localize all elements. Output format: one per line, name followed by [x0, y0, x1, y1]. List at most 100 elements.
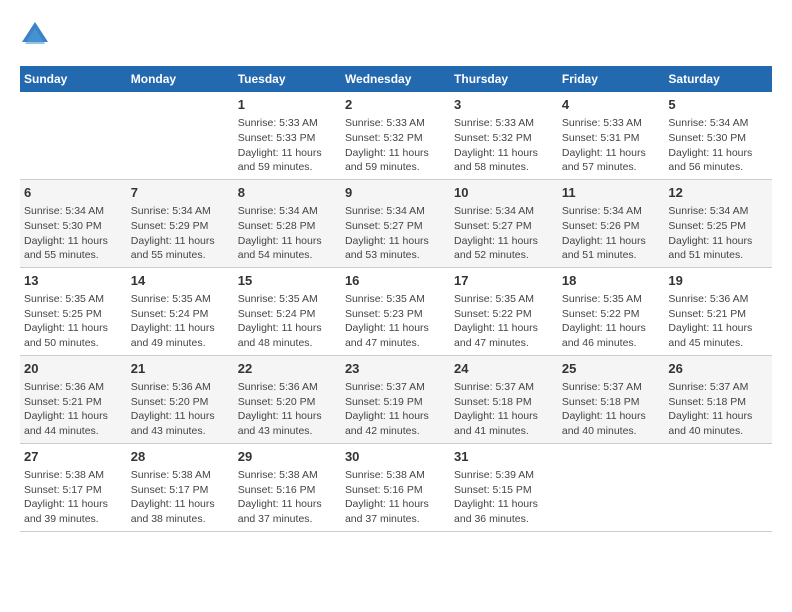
day-info: Sunrise: 5:34 AM Sunset: 5:26 PM Dayligh… — [562, 205, 646, 261]
header-row: SundayMondayTuesdayWednesdayThursdayFrid… — [20, 66, 772, 92]
day-cell: 30 Sunrise: 5:38 AM Sunset: 5:16 PM Dayli… — [341, 443, 450, 531]
day-number: 22 — [238, 360, 337, 378]
day-info: Sunrise: 5:37 AM Sunset: 5:18 PM Dayligh… — [454, 381, 538, 437]
day-number: 23 — [345, 360, 446, 378]
page-header — [20, 20, 772, 50]
header-cell-tuesday: Tuesday — [234, 66, 341, 92]
day-cell: 17Sunrise: 5:35 AM Sunset: 5:22 PM Dayli… — [450, 267, 558, 355]
header-cell-wednesday: Wednesday — [341, 66, 450, 92]
day-cell: 9 Sunrise: 5:34 AM Sunset: 5:27 PM Daylig… — [341, 179, 450, 267]
day-cell: 11 Sunrise: 5:34 AM Sunset: 5:26 PM Dayli… — [558, 179, 665, 267]
day-info: Sunrise: 5:34 AM Sunset: 5:28 PM Dayligh… — [238, 205, 322, 261]
day-number: 30 — [345, 448, 446, 466]
day-info: Sunrise: 5:33 AM Sunset: 5:33 PM Dayligh… — [238, 117, 322, 173]
day-number: 3 — [454, 96, 554, 114]
week-row: 6Sunrise: 5:34 AM Sunset: 5:30 PM Daylig… — [20, 179, 772, 267]
day-cell — [127, 92, 234, 179]
day-info: Sunrise: 5:38 AM Sunset: 5:16 PM Dayligh… — [345, 469, 429, 525]
day-number: 15 — [238, 272, 337, 290]
day-cell — [664, 443, 772, 531]
day-info: Sunrise: 5:35 AM Sunset: 5:24 PM Dayligh… — [131, 293, 215, 349]
day-info: Sunrise: 5:33 AM Sunset: 5:31 PM Dayligh… — [562, 117, 646, 173]
day-number: 26 — [668, 360, 768, 378]
day-number: 8 — [238, 184, 337, 202]
day-number: 7 — [131, 184, 230, 202]
day-number: 12 — [668, 184, 768, 202]
day-info: Sunrise: 5:34 AM Sunset: 5:25 PM Dayligh… — [668, 205, 752, 261]
day-info: Sunrise: 5:38 AM Sunset: 5:17 PM Dayligh… — [24, 469, 108, 525]
day-info: Sunrise: 5:38 AM Sunset: 5:16 PM Dayligh… — [238, 469, 322, 525]
header-cell-friday: Friday — [558, 66, 665, 92]
day-cell: 2 Sunrise: 5:33 AM Sunset: 5:32 PM Daylig… — [341, 92, 450, 179]
logo-icon — [20, 20, 50, 50]
day-number: 5 — [668, 96, 768, 114]
logo — [20, 20, 54, 50]
day-cell: 22 Sunrise: 5:36 AM Sunset: 5:20 PM Dayli… — [234, 355, 341, 443]
day-cell: 6Sunrise: 5:34 AM Sunset: 5:30 PM Daylig… — [20, 179, 127, 267]
day-cell: 20 Sunrise: 5:36 AM Sunset: 5:21 PM Dayli… — [20, 355, 127, 443]
day-number: 20 — [24, 360, 123, 378]
day-cell: 8 Sunrise: 5:34 AM Sunset: 5:28 PM Daylig… — [234, 179, 341, 267]
day-info: Sunrise: 5:37 AM Sunset: 5:19 PM Dayligh… — [345, 381, 429, 437]
day-cell: 23 Sunrise: 5:37 AM Sunset: 5:19 PM Dayli… — [341, 355, 450, 443]
day-number: 27 — [24, 448, 123, 466]
day-info: Sunrise: 5:33 AM Sunset: 5:32 PM Dayligh… — [345, 117, 429, 173]
day-cell: 26 Sunrise: 5:37 AM Sunset: 5:18 PM Dayli… — [664, 355, 772, 443]
day-cell: 29 Sunrise: 5:38 AM Sunset: 5:16 PM Dayli… — [234, 443, 341, 531]
day-number: 13 — [24, 272, 123, 290]
day-number: 9 — [345, 184, 446, 202]
day-number: 11 — [562, 184, 661, 202]
day-info: Sunrise: 5:37 AM Sunset: 5:18 PM Dayligh… — [562, 381, 646, 437]
day-cell: 27 Sunrise: 5:38 AM Sunset: 5:17 PM Dayli… — [20, 443, 127, 531]
day-number: 31 — [454, 448, 554, 466]
header-cell-saturday: Saturday — [664, 66, 772, 92]
day-info: Sunrise: 5:36 AM Sunset: 5:20 PM Dayligh… — [238, 381, 322, 437]
day-cell: 1 Sunrise: 5:33 AM Sunset: 5:33 PM Daylig… — [234, 92, 341, 179]
day-info: Sunrise: 5:35 AM Sunset: 5:25 PM Dayligh… — [24, 293, 108, 349]
day-info: Sunrise: 5:33 AM Sunset: 5:32 PM Dayligh… — [454, 117, 538, 173]
day-info: Sunrise: 5:38 AM Sunset: 5:17 PM Dayligh… — [131, 469, 215, 525]
day-info: Sunrise: 5:34 AM Sunset: 5:30 PM Dayligh… — [24, 205, 108, 261]
day-cell: 5 Sunrise: 5:34 AM Sunset: 5:30 PM Daylig… — [664, 92, 772, 179]
header-cell-thursday: Thursday — [450, 66, 558, 92]
day-cell: 10Sunrise: 5:34 AM Sunset: 5:27 PM Dayli… — [450, 179, 558, 267]
day-cell: 7Sunrise: 5:34 AM Sunset: 5:29 PM Daylig… — [127, 179, 234, 267]
week-row: 27 Sunrise: 5:38 AM Sunset: 5:17 PM Dayli… — [20, 443, 772, 531]
day-info: Sunrise: 5:39 AM Sunset: 5:15 PM Dayligh… — [454, 469, 538, 525]
day-info: Sunrise: 5:35 AM Sunset: 5:22 PM Dayligh… — [562, 293, 646, 349]
day-number: 28 — [131, 448, 230, 466]
day-cell: 16Sunrise: 5:35 AM Sunset: 5:23 PM Dayli… — [341, 267, 450, 355]
day-number: 14 — [131, 272, 230, 290]
calendar-table: SundayMondayTuesdayWednesdayThursdayFrid… — [20, 66, 772, 532]
day-number: 24 — [454, 360, 554, 378]
day-info: Sunrise: 5:36 AM Sunset: 5:20 PM Dayligh… — [131, 381, 215, 437]
day-info: Sunrise: 5:35 AM Sunset: 5:23 PM Dayligh… — [345, 293, 429, 349]
day-cell — [20, 92, 127, 179]
day-info: Sunrise: 5:36 AM Sunset: 5:21 PM Dayligh… — [24, 381, 108, 437]
day-number: 21 — [131, 360, 230, 378]
day-cell: 15Sunrise: 5:35 AM Sunset: 5:24 PM Dayli… — [234, 267, 341, 355]
day-cell: 4 Sunrise: 5:33 AM Sunset: 5:31 PM Daylig… — [558, 92, 665, 179]
day-number: 18 — [562, 272, 661, 290]
day-cell — [558, 443, 665, 531]
week-row: 13 Sunrise: 5:35 AM Sunset: 5:25 PM Dayli… — [20, 267, 772, 355]
day-cell: 14 Sunrise: 5:35 AM Sunset: 5:24 PM Dayli… — [127, 267, 234, 355]
day-info: Sunrise: 5:37 AM Sunset: 5:18 PM Dayligh… — [668, 381, 752, 437]
week-row: 20 Sunrise: 5:36 AM Sunset: 5:21 PM Dayli… — [20, 355, 772, 443]
day-cell: 21 Sunrise: 5:36 AM Sunset: 5:20 PM Dayli… — [127, 355, 234, 443]
day-number: 4 — [562, 96, 661, 114]
day-cell: 24 Sunrise: 5:37 AM Sunset: 5:18 PM Dayli… — [450, 355, 558, 443]
day-number: 29 — [238, 448, 337, 466]
day-info: Sunrise: 5:34 AM Sunset: 5:27 PM Dayligh… — [345, 205, 429, 261]
day-number: 1 — [238, 96, 337, 114]
day-info: Sunrise: 5:36 AM Sunset: 5:21 PM Dayligh… — [668, 293, 752, 349]
day-number: 19 — [668, 272, 768, 290]
day-number: 25 — [562, 360, 661, 378]
week-row: 1 Sunrise: 5:33 AM Sunset: 5:33 PM Daylig… — [20, 92, 772, 179]
day-cell: 12 Sunrise: 5:34 AM Sunset: 5:25 PM Dayli… — [664, 179, 772, 267]
day-number: 2 — [345, 96, 446, 114]
day-cell: 19 Sunrise: 5:36 AM Sunset: 5:21 PM Dayli… — [664, 267, 772, 355]
day-info: Sunrise: 5:34 AM Sunset: 5:30 PM Dayligh… — [668, 117, 752, 173]
day-cell: 3 Sunrise: 5:33 AM Sunset: 5:32 PM Daylig… — [450, 92, 558, 179]
header-cell-monday: Monday — [127, 66, 234, 92]
